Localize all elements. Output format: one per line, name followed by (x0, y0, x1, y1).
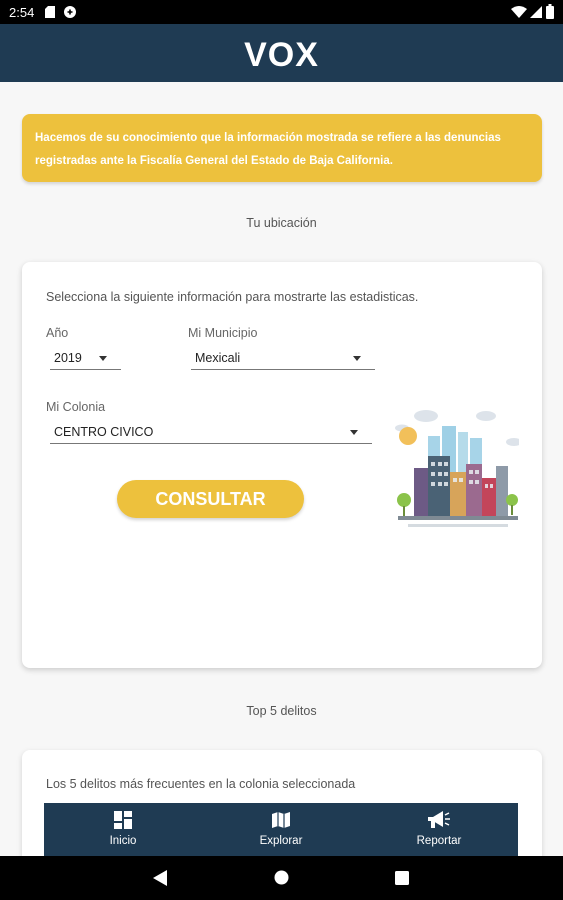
top-crimes-section-title: Top 5 delitos (246, 704, 317, 718)
megaphone-icon (428, 811, 450, 828)
top-crimes-intro: Los 5 delitos más frecuentes en la colon… (46, 777, 356, 791)
wifi-icon (511, 6, 527, 18)
nav-reportar-label: Reportar (416, 835, 462, 847)
status-bar: 2:54 (0, 0, 563, 24)
nav-reportar[interactable]: Reportar (360, 803, 518, 856)
year-value: 2019 (54, 351, 82, 365)
chevron-down-icon (99, 356, 107, 361)
notice-text: Hacemos de su conocimiento que la inform… (35, 132, 501, 167)
municipality-select[interactable]: Mexicali (191, 348, 375, 370)
chevron-down-icon (350, 430, 358, 435)
map-icon (272, 812, 290, 828)
bottom-nav: Inicio Explorar Reportar (44, 803, 518, 856)
home-icon[interactable] (274, 870, 289, 885)
nav-inicio-label: Inicio (109, 835, 137, 847)
signal-icon (530, 6, 542, 18)
recents-icon[interactable] (395, 871, 409, 885)
nav-explorar-label: Explorar (259, 835, 303, 847)
nav-inicio[interactable]: Inicio (44, 803, 202, 856)
municipality-value: Mexicali (195, 351, 241, 365)
system-nav-bar (0, 856, 563, 900)
app-title: VOX (244, 36, 319, 74)
city-illustration (395, 410, 519, 527)
consultar-button[interactable]: CONSULTAR (117, 480, 304, 518)
chevron-down-icon (353, 356, 361, 361)
location-section-title: Tu ubicación (246, 216, 317, 230)
location-card: Selecciona la siguiente información para… (22, 262, 542, 668)
municipality-label: Mi Municipio (188, 326, 258, 340)
location-intro: Selecciona la siguiente información para… (46, 290, 419, 304)
dashboard-icon (114, 811, 132, 829)
back-icon[interactable] (153, 870, 167, 886)
year-label: Año (46, 326, 69, 340)
nav-explorar[interactable]: Explorar (202, 803, 360, 856)
status-time: 2:54 (9, 5, 35, 20)
battery-icon (546, 4, 554, 19)
data-saver-icon (64, 6, 76, 18)
year-select[interactable]: 2019 (50, 348, 121, 370)
sd-card-icon (45, 6, 55, 18)
info-notice: Hacemos de su conocimiento que la inform… (22, 114, 542, 182)
colony-value: CENTRO CIVICO (54, 425, 154, 439)
app-bar: VOX (0, 24, 563, 82)
colony-label: Mi Colonia (46, 400, 106, 414)
colony-select[interactable]: CENTRO CIVICO (50, 422, 372, 444)
